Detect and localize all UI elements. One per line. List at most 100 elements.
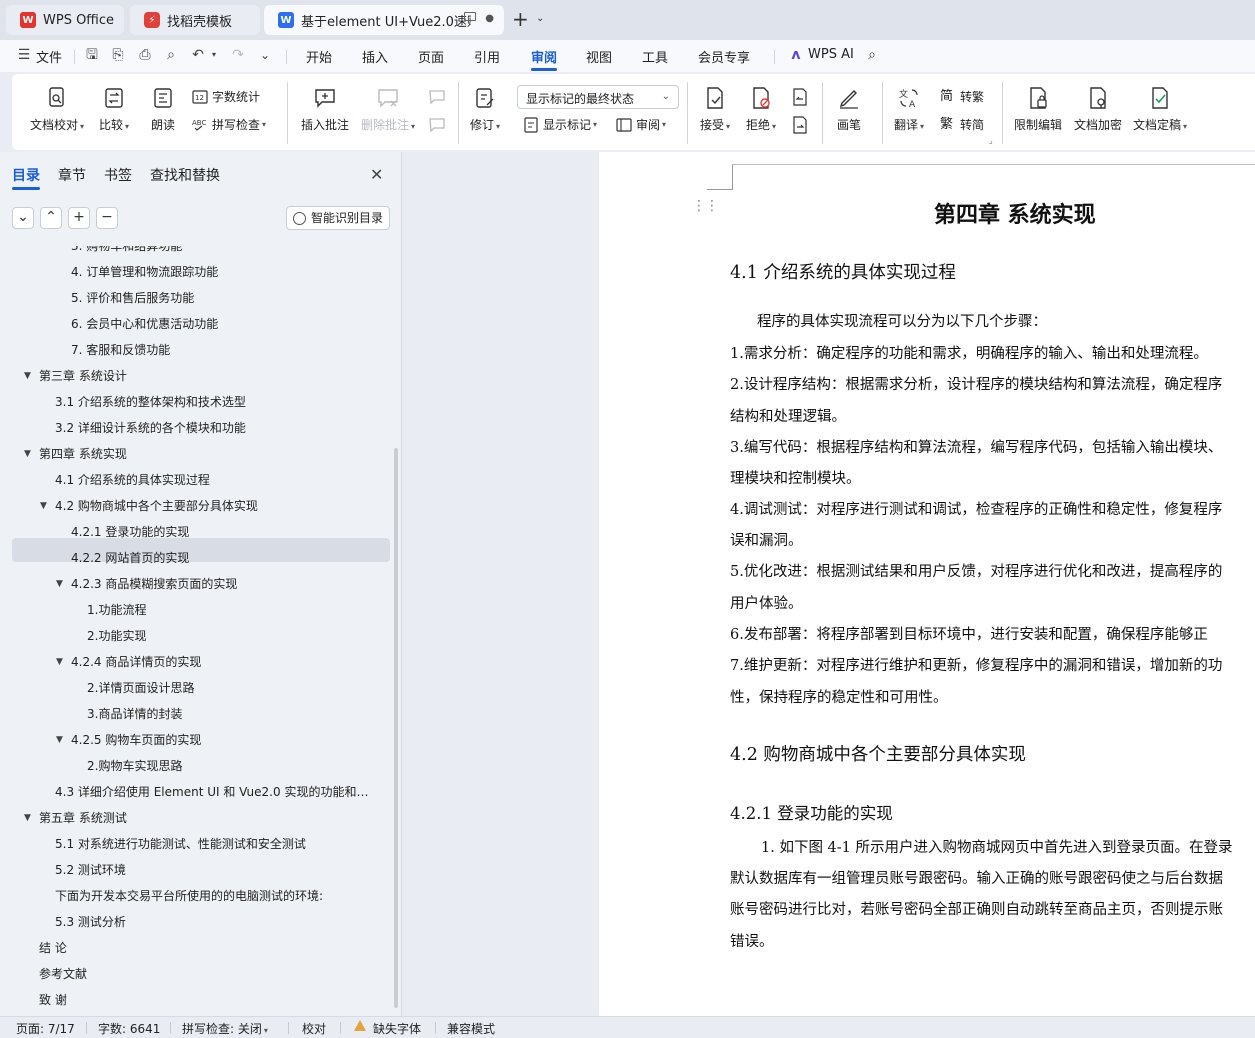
menu-review[interactable]: 审阅 (531, 47, 557, 66)
proofread-status[interactable]: 校对 (302, 1020, 326, 1037)
accept-button[interactable]: 接受 ▾ (700, 86, 730, 133)
toc-item[interactable]: 1.功能流程 (87, 599, 376, 621)
read-aloud-button[interactable]: 朗读 (151, 86, 175, 133)
toc-item[interactable]: 4.2.3 商品模糊搜索页面的实现 (71, 573, 376, 595)
hamburger-icon[interactable]: ☰ (16, 47, 32, 63)
toc-item[interactable]: 结 论 (39, 937, 376, 959)
tab-toc[interactable]: 目录 (12, 165, 40, 185)
word-count-button[interactable]: 12 字数统计 (192, 88, 260, 105)
menu-tools[interactable]: 工具 (642, 47, 668, 66)
toc-item[interactable]: 4.3 详细介绍使用 Element UI 和 Vue2.0 实现的功能和效果 (55, 781, 376, 803)
delete-comment-button[interactable]: 删除批注 ▾ (361, 86, 415, 133)
toc-item[interactable]: 5.2 测试环境 (55, 859, 376, 881)
menu-reference[interactable]: 引用 (474, 47, 500, 66)
insert-comment-button[interactable]: 插入批注 (301, 86, 349, 133)
toc-item[interactable]: 4.2.5 购物车页面的实现 (71, 729, 376, 751)
collapse-all-button[interactable]: ⌄ (12, 207, 34, 229)
smart-toc-button[interactable]: 智能识别目录 (286, 206, 390, 230)
toc-item[interactable]: 2.功能实现 (87, 625, 376, 647)
expand-group-icon[interactable]: ⌟ (989, 136, 993, 145)
missing-font-status[interactable]: 缺失字体 (373, 1020, 421, 1037)
toc-item[interactable]: 2.购物车实现思路 (87, 755, 376, 777)
toc-item[interactable]: 3.1 介绍系统的整体架构和技术选型 (55, 391, 376, 413)
monitor-icon[interactable] (464, 12, 476, 21)
toc-item[interactable]: 4.1 介绍系统的具体实现过程 (55, 469, 376, 491)
toc-item[interactable]: 5. 评价和售后服务功能 (71, 287, 376, 309)
menu-member[interactable]: 会员专享 (698, 47, 750, 66)
expand-arrow-icon[interactable]: ▼ (56, 729, 63, 751)
toc-item[interactable]: 5.1 对系统进行功能测试、性能测试和安全测试 (55, 833, 376, 855)
toc-item[interactable]: 4.2.1 登录功能的实现 (71, 521, 376, 543)
to-simplified-button[interactable]: 繁 转简 (940, 116, 984, 133)
chevron-down-icon[interactable]: ⌄ (536, 13, 544, 24)
doc-encrypt-button[interactable]: 文档加密 (1074, 86, 1122, 133)
expand-arrow-icon[interactable]: ▼ (40, 495, 47, 517)
toc-item[interactable]: 7. 客服和反馈功能 (71, 339, 376, 361)
remove-heading-button[interactable]: − (96, 207, 118, 229)
toc-item[interactable]: 参考文献 (39, 963, 376, 985)
markup-state-select[interactable]: 显示标记的最终状态 ⌄ (517, 85, 679, 109)
close-icon[interactable]: ✕ (370, 165, 383, 184)
word-count-indicator[interactable]: 字数: 6641 (98, 1020, 160, 1037)
undo-menu-caret-icon[interactable]: ▾ (206, 47, 222, 63)
toc-item[interactable]: 4.2.4 商品详情页的实现 (71, 651, 376, 673)
tab-document[interactable]: W 基于element UI+Vue2.0速购 ● (264, 5, 504, 35)
spell-check-button[interactable]: ABC 拼写检查 ▾ (192, 116, 266, 133)
search-icon[interactable]: ⌕ (864, 47, 880, 63)
prev-comment-icon[interactable] (428, 88, 446, 106)
show-markup-button[interactable]: 显示标记 ▾ (523, 116, 597, 133)
menu-start[interactable]: 开始 (306, 47, 332, 66)
prev-change-icon[interactable] (791, 88, 809, 106)
page-indicator[interactable]: 页面: 7/17 (16, 1020, 75, 1037)
expand-arrow-icon[interactable]: ▼ (56, 573, 63, 595)
toc-item[interactable]: 3.商品详情的封装 (87, 703, 376, 725)
reject-button[interactable]: 拒绝 ▾ (746, 86, 776, 133)
toc-item[interactable]: 2.详情页面设计思路 (87, 677, 376, 699)
undo-icon[interactable]: ↶ (190, 47, 206, 63)
menu-file[interactable]: 文件 (36, 47, 62, 66)
expand-up-button[interactable]: ⌃ (40, 207, 62, 229)
toc-item[interactable]: 3. 购物车和结算功能 (71, 246, 376, 257)
menu-view[interactable]: 视图 (586, 47, 612, 66)
tab-find-replace[interactable]: 查找和替换 (150, 165, 220, 185)
toc-item[interactable]: 下面为开发本交易平台所使用的的电脑测试的环境: (55, 885, 376, 907)
revise-button[interactable]: 修订 ▾ (470, 86, 500, 133)
toc-item[interactable]: 第四章 系统实现 (39, 443, 376, 465)
tab-bookmarks[interactable]: 书签 (104, 165, 132, 185)
tab-wps-office[interactable]: W WPS Office (6, 5, 124, 35)
toc-item[interactable]: 第三章 系统设计 (39, 365, 376, 387)
sidebar-scrollbar[interactable] (394, 448, 398, 1008)
redo-icon[interactable]: ↷ (230, 47, 246, 63)
to-traditional-button[interactable]: 简 转繁 (940, 88, 984, 105)
menu-page[interactable]: 页面 (418, 47, 444, 66)
more-chevron-icon[interactable]: ⌄ (257, 47, 273, 63)
spell-check-status[interactable]: 拼写检查: 关闭 ▾ (182, 1020, 268, 1037)
pen-button[interactable]: 画笔 (837, 86, 861, 133)
expand-arrow-icon[interactable]: ▼ (24, 807, 31, 829)
doc-finalize-button[interactable]: 文档定稿 ▾ (1133, 86, 1187, 133)
print-icon[interactable]: ⎙ (137, 47, 153, 63)
toc-item[interactable]: 6. 会员中心和优惠活动功能 (71, 313, 376, 335)
drag-handle-icon[interactable]: ⋮⋮ (692, 199, 719, 213)
toc-item[interactable]: 3.2 详细设计系统的各个模块和功能 (55, 417, 376, 439)
toc-item[interactable]: 第五章 系统测试 (39, 807, 376, 829)
toc-item[interactable]: 4. 订单管理和物流跟踪功能 (71, 261, 376, 283)
add-heading-button[interactable]: + (68, 207, 90, 229)
doc-check-button[interactable]: 文档校对 ▾ (30, 86, 84, 133)
toc-item[interactable]: 4.2.2 网站首页的实现 (71, 547, 376, 569)
restrict-edit-button[interactable]: 限制编辑 (1014, 86, 1062, 133)
menu-insert[interactable]: 插入 (362, 47, 388, 66)
expand-arrow-icon[interactable]: ▼ (56, 651, 63, 673)
next-change-icon[interactable] (791, 116, 809, 134)
next-comment-icon[interactable] (428, 116, 446, 134)
tab-chapters[interactable]: 章节 (58, 165, 86, 185)
print-preview-icon[interactable]: ⌕ (163, 47, 179, 63)
translate-button[interactable]: 文A 翻译 ▾ (894, 86, 924, 133)
tab-close-dot-icon[interactable]: ● (485, 13, 494, 24)
compare-button[interactable]: 比较 ▾ (99, 86, 129, 133)
toc-item[interactable]: 4.2 购物商城中各个主要部分具体实现 (55, 495, 376, 517)
save-icon[interactable]: 🖫 (84, 47, 100, 63)
toc-item[interactable]: 致 谢 (39, 989, 376, 1011)
compat-mode-status[interactable]: 兼容模式 (447, 1020, 495, 1037)
tab-template[interactable]: ⚡ 找稻壳模板 (130, 5, 260, 35)
